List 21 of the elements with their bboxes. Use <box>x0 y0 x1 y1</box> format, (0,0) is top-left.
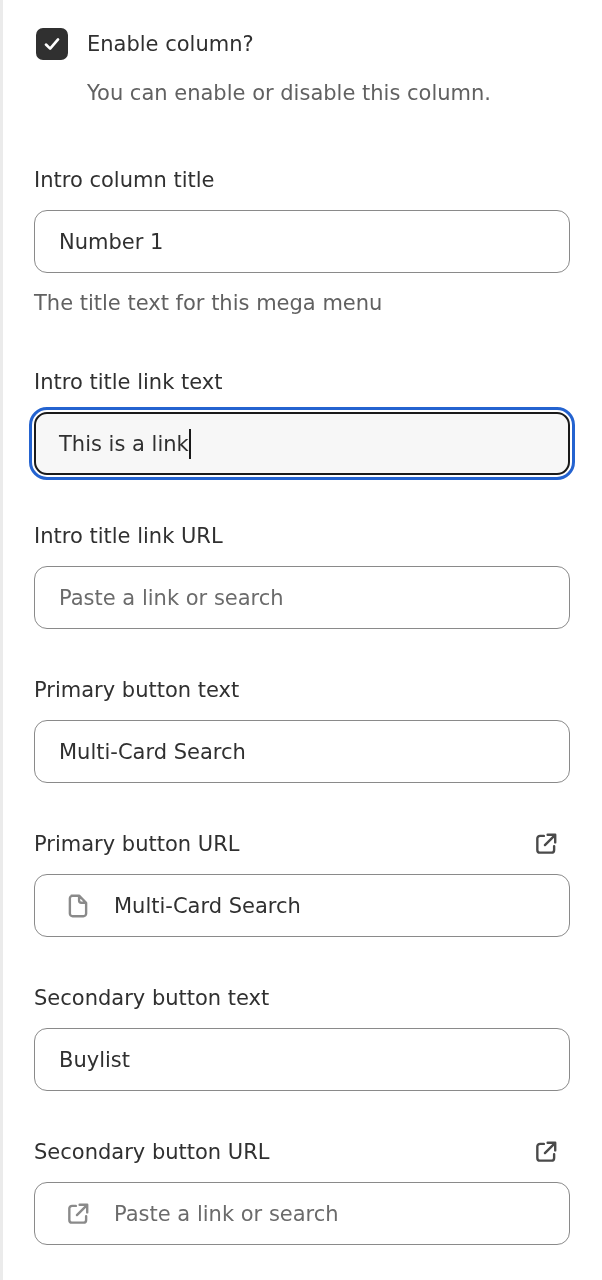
field-label: Primary button URL <box>34 831 240 858</box>
help-text: You can enable or disable this column. <box>86 80 492 107</box>
text-field[interactable]: Paste a link or search <box>34 566 570 629</box>
field-label: Secondary button URL <box>34 1139 270 1166</box>
checkbox[interactable] <box>36 28 68 60</box>
field-label: Secondary button text <box>34 985 270 1012</box>
text-field[interactable]: Paste a link or search <box>34 1182 570 1245</box>
text-field[interactable]: Number 1 <box>34 210 570 273</box>
field-label: Primary button text <box>34 677 240 704</box>
field-label: Intro title link text <box>34 369 223 396</box>
field-label: Intro title link URL <box>34 523 223 550</box>
text-field[interactable]: This is a link <box>29 407 575 480</box>
external-link-icon[interactable] <box>533 831 559 857</box>
text-field[interactable]: Multi-Card Search <box>34 720 570 783</box>
text-field[interactable]: Buylist <box>34 1028 570 1091</box>
field-label: Intro column title <box>34 167 215 194</box>
help-text: The title text for this mega menu <box>34 290 384 317</box>
checkbox-label: Enable column? <box>87 31 254 58</box>
text-cursor <box>188 428 191 459</box>
text-field[interactable]: Multi-Card Search <box>34 874 570 937</box>
external-link-icon[interactable] <box>533 1139 559 1165</box>
